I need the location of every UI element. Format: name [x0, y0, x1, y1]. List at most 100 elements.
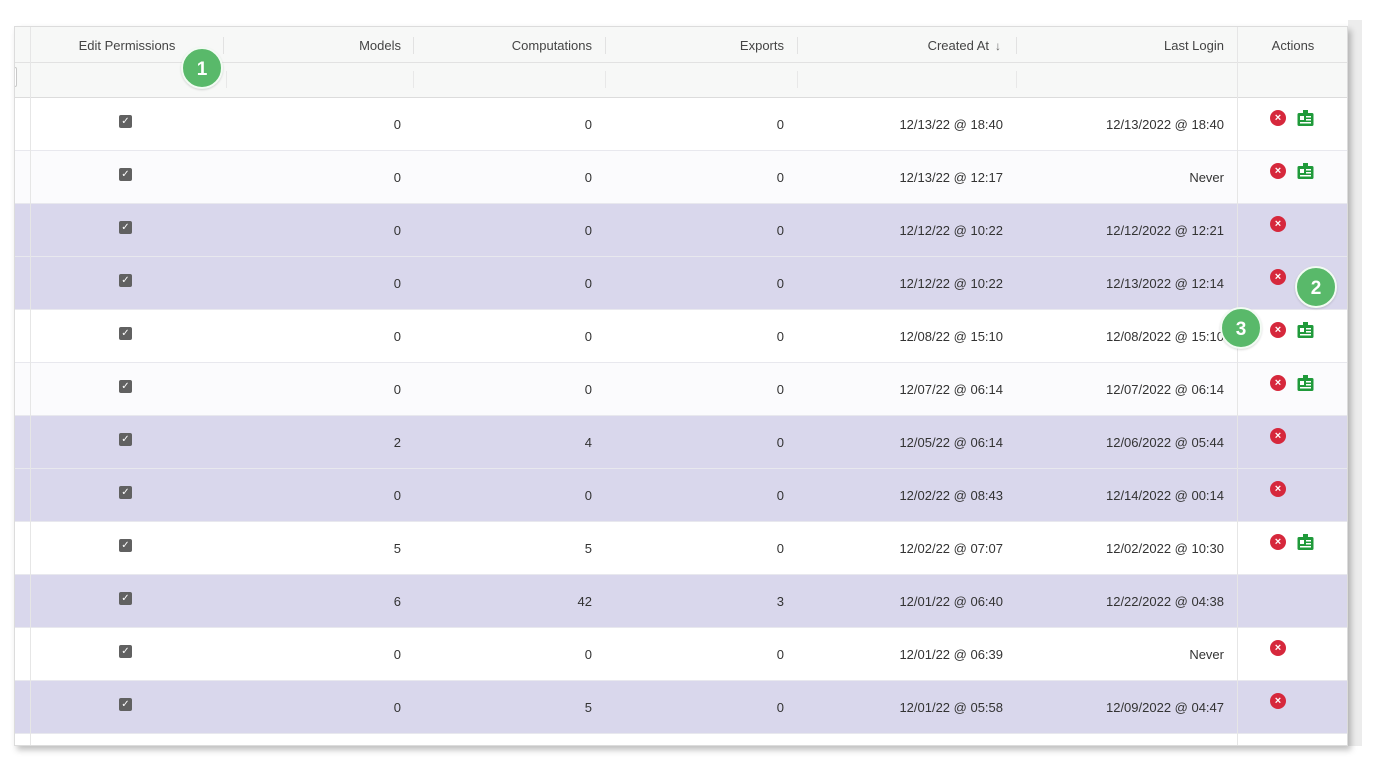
last-login-cell: 12/13/2022 @ 18:40 — [1105, 117, 1224, 132]
header-computations[interactable]: Computations — [415, 27, 592, 63]
created-at-cell: 12/07/22 @ 06:14 — [899, 382, 1003, 397]
computations-cell: 0 — [584, 117, 592, 132]
edit-permissions-checkbox[interactable]: ✓ — [119, 168, 132, 181]
created-at-cell: 12/13/22 @ 12:17 — [899, 170, 1003, 185]
filter-separator — [413, 71, 414, 88]
table-row[interactable]: ✓ 5 5 0 12/02/22 @ 07:07 12/02/2022 @ 10:30 × — [15, 522, 1347, 575]
table-row[interactable]: ✓ 0 0 0 12/12/22 @ 10:22 12/12/2022 @ 12:21 × — [15, 204, 1347, 257]
table-row[interactable]: ✓ 0 5 0 12/01/22 @ 05:58 12/09/2022 @ 04:47 × — [15, 681, 1347, 734]
computations-cell: 0 — [584, 488, 592, 503]
id-badge-icon[interactable] — [1297, 322, 1314, 339]
delete-icon[interactable]: × — [1270, 534, 1286, 550]
last-login-cell: 12/06/2022 @ 05:44 — [1105, 435, 1224, 450]
edit-permissions-checkbox[interactable]: ✓ — [119, 274, 132, 287]
created-at-cell: 12/01/22 @ 06:39 — [899, 647, 1003, 662]
last-login-cell: 12/13/2022 @ 12:14 — [1105, 276, 1224, 291]
header-models[interactable]: Models — [225, 27, 401, 63]
models-cell: 0 — [393, 223, 401, 238]
table-row[interactable]: ✓ 6 42 3 12/01/22 @ 06:40 12/22/2022 @ 04:38 — [15, 575, 1347, 628]
header-created-at-label: Created At — [927, 38, 989, 53]
exports-cell: 3 — [776, 594, 784, 609]
delete-icon[interactable]: × — [1270, 216, 1286, 232]
table-row[interactable]: ✓ 0 0 0 12/08/22 @ 15:10 12/08/2022 @ 15:10 × — [15, 310, 1347, 363]
exports-cell: 0 — [776, 700, 784, 715]
header-exports[interactable]: Exports — [607, 27, 784, 63]
models-cell: 0 — [393, 276, 401, 291]
models-cell: 5 — [393, 541, 401, 556]
delete-icon[interactable]: × — [1270, 428, 1286, 444]
edit-permissions-checkbox[interactable]: ✓ — [119, 486, 132, 499]
computations-cell: 0 — [584, 329, 592, 344]
edit-permissions-checkbox[interactable]: ✓ — [119, 221, 132, 234]
computations-cell: 0 — [584, 223, 592, 238]
computations-cell: 0 — [584, 382, 592, 397]
id-badge-icon[interactable] — [1297, 375, 1314, 392]
models-cell: 2 — [393, 435, 401, 450]
exports-cell: 0 — [776, 170, 784, 185]
computations-cell: 0 — [584, 276, 592, 291]
delete-icon[interactable]: × — [1270, 693, 1286, 709]
filter-separator — [226, 71, 227, 88]
last-login-cell: Never — [1189, 170, 1224, 185]
computations-cell: 4 — [584, 435, 592, 450]
callout-badge-2: 2 — [1295, 266, 1337, 308]
computations-cell: 5 — [584, 541, 592, 556]
models-cell: 0 — [393, 170, 401, 185]
table-row[interactable]: ✓ 0 0 0 12/13/22 @ 12:17 Never × — [15, 151, 1347, 204]
last-login-cell: 12/07/2022 @ 06:14 — [1105, 382, 1224, 397]
created-at-cell: 12/13/22 @ 18:40 — [899, 117, 1003, 132]
models-cell: 0 — [393, 117, 401, 132]
delete-icon[interactable]: × — [1270, 375, 1286, 391]
models-cell: 0 — [393, 382, 401, 397]
models-cell: 0 — [393, 488, 401, 503]
header-created-at[interactable]: Created At ↓ — [799, 27, 1001, 63]
sort-descending-icon: ↓ — [995, 39, 1001, 53]
models-cell: 6 — [393, 594, 401, 609]
header-separator — [413, 37, 414, 54]
models-cell: 0 — [393, 700, 401, 715]
filter-separator — [1016, 71, 1017, 88]
table-row[interactable]: ✓ 0 0 0 12/07/22 @ 06:14 12/07/2022 @ 06:14 × — [15, 363, 1347, 416]
edit-permissions-checkbox[interactable]: ✓ — [119, 380, 132, 393]
created-at-cell: 12/08/22 @ 15:10 — [899, 329, 1003, 344]
edit-permissions-checkbox[interactable]: ✓ — [119, 327, 132, 340]
edit-permissions-checkbox[interactable]: ✓ — [119, 115, 132, 128]
last-login-cell: 12/08/2022 @ 15:10 — [1105, 329, 1224, 344]
table-row[interactable]: ✓ 0 0 0 12/13/22 @ 18:40 12/13/2022 @ 18:40 × — [15, 98, 1347, 151]
last-login-cell: 12/12/2022 @ 12:21 — [1105, 223, 1224, 238]
created-at-cell: 12/02/22 @ 08:43 — [899, 488, 1003, 503]
delete-icon[interactable]: × — [1270, 269, 1286, 285]
exports-cell: 0 — [776, 541, 784, 556]
created-at-cell: 12/12/22 @ 10:22 — [899, 276, 1003, 291]
callout-badge-3: 3 — [1220, 307, 1262, 349]
id-badge-icon[interactable] — [1297, 110, 1314, 127]
filter-input-partial[interactable] — [15, 67, 17, 87]
table-row[interactable]: ✓ 2 4 0 12/05/22 @ 06:14 12/06/2022 @ 05:44 × — [15, 416, 1347, 469]
table-row[interactable]: ✓ 0 0 0 12/12/22 @ 10:22 12/13/2022 @ 12:14 × — [15, 257, 1347, 310]
header-actions: Actions — [1271, 38, 1315, 53]
edit-permissions-checkbox[interactable]: ✓ — [119, 698, 132, 711]
computations-cell: 0 — [584, 170, 592, 185]
delete-icon[interactable]: × — [1270, 110, 1286, 126]
edit-permissions-checkbox[interactable]: ✓ — [119, 645, 132, 658]
delete-icon[interactable]: × — [1270, 322, 1286, 338]
header-last-login[interactable]: Last Login — [1018, 27, 1224, 63]
exports-cell: 0 — [776, 223, 784, 238]
table-row[interactable]: ✓ 0 0 0 12/02/22 @ 08:43 12/14/2022 @ 00:14 × — [15, 469, 1347, 522]
exports-cell: 0 — [776, 488, 784, 503]
last-login-cell: 12/09/2022 @ 04:47 — [1105, 700, 1224, 715]
vertical-scrollbar[interactable] — [1348, 20, 1362, 746]
delete-icon[interactable]: × — [1270, 163, 1286, 179]
edit-permissions-checkbox[interactable]: ✓ — [119, 433, 132, 446]
edit-permissions-checkbox[interactable]: ✓ — [119, 539, 132, 552]
callout-badge-1: 1 — [181, 47, 223, 89]
id-badge-icon[interactable] — [1297, 534, 1314, 551]
table-row[interactable]: ✓ 0 0 0 12/01/22 @ 06:39 Never × — [15, 628, 1347, 681]
filter-separator — [797, 71, 798, 88]
delete-icon[interactable]: × — [1270, 640, 1286, 656]
delete-icon[interactable]: × — [1270, 481, 1286, 497]
header-separator — [1016, 37, 1017, 54]
id-badge-icon[interactable] — [1297, 163, 1314, 180]
models-cell: 0 — [393, 647, 401, 662]
edit-permissions-checkbox[interactable]: ✓ — [119, 592, 132, 605]
